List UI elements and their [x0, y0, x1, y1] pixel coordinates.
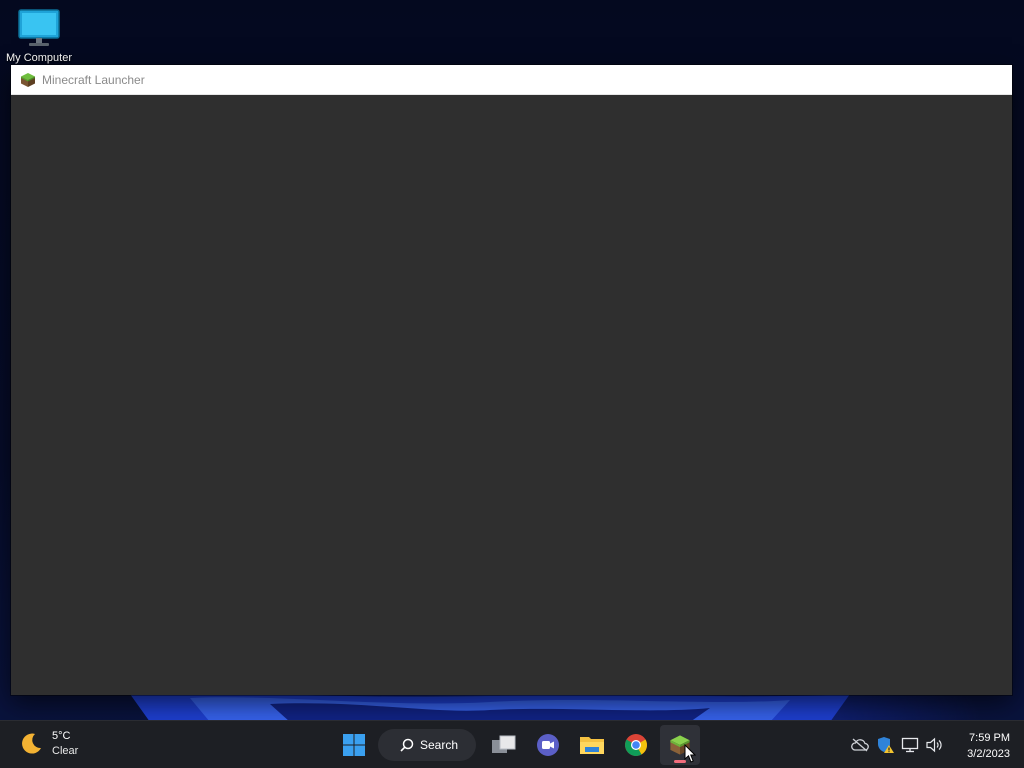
folder-icon: [580, 737, 604, 754]
network-button[interactable]: [898, 733, 922, 757]
window-title: Minecraft Launcher: [42, 72, 145, 87]
desktop-icon-my-computer[interactable]: My Computer: [2, 8, 76, 64]
weather-condition: Clear: [52, 745, 79, 757]
minecraft-launcher-window[interactable]: Minecraft Launcher: [11, 65, 1012, 695]
task-view-icon: [492, 735, 516, 753]
file-explorer-button[interactable]: [572, 725, 612, 765]
cloud-offline-icon: [851, 738, 869, 752]
teams-button[interactable]: [528, 725, 568, 765]
window-content-area: [11, 95, 1012, 695]
chrome-icon: [625, 734, 647, 756]
start-button[interactable]: [334, 725, 374, 765]
window-titlebar[interactable]: Minecraft Launcher: [11, 65, 1012, 95]
weather-widget[interactable]: 5°C Clear: [18, 729, 78, 759]
network-icon: [901, 737, 919, 753]
security-button[interactable]: [873, 733, 897, 757]
grass-block-icon: [21, 72, 35, 87]
mouse-cursor-icon: [684, 744, 696, 763]
teams-chat-icon: [537, 734, 559, 756]
search-label: Search: [420, 738, 459, 752]
clock-time: 7:59 PM: [969, 732, 1010, 744]
search-icon: [400, 738, 414, 752]
search-button[interactable]: Search: [378, 729, 476, 761]
moon-icon: [22, 733, 41, 754]
taskbar-center: Search: [334, 721, 704, 768]
monitor-icon: [18, 9, 60, 46]
task-view-button[interactable]: [484, 725, 524, 765]
clock[interactable]: 7:59 PM 3/2/2023: [967, 730, 1010, 762]
clock-date: 3/2/2023: [967, 748, 1010, 760]
system-tray: [848, 721, 948, 768]
taskbar: 5°C Clear Search 7:59 PM 3/2/2023: [0, 720, 1024, 768]
weather-temperature: 5°C: [52, 730, 71, 742]
onedrive-button[interactable]: [848, 733, 872, 757]
volume-button[interactable]: [923, 733, 947, 757]
desktop-icon-label: My Computer: [5, 52, 73, 64]
chrome-button[interactable]: [616, 725, 656, 765]
windows-logo-icon: [343, 734, 365, 756]
volume-icon: [926, 737, 942, 753]
security-warning-icon: [878, 737, 894, 753]
